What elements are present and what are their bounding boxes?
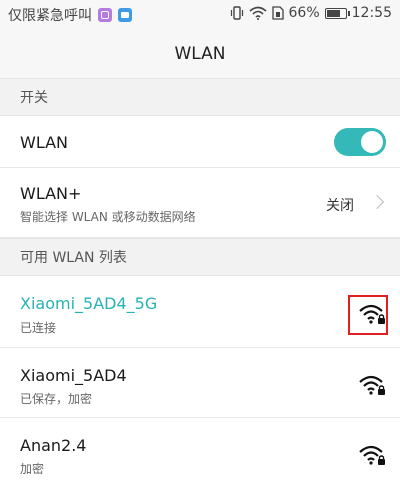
wlan-toggle-switch[interactable] [334,128,386,156]
wifi-lock-icon [359,375,385,395]
wlan-plus-description: 智能选择 WLAN 或移动数据网络 [20,210,196,224]
wlan-plus-label: WLAN+ [20,184,82,203]
network-ssid: Xiaomi_5AD4 [20,366,127,385]
section-header-switch: 开关 [0,78,400,116]
battery-icon [324,7,350,19]
carrier-text: 仅限紧急呼叫 [8,8,92,24]
wlan-toggle-row[interactable]: WLAN [0,116,400,168]
network-ssid: Xiaomi_5AD4_5G [20,294,158,313]
status-right: 66% 12:55 [230,5,392,21]
network-row[interactable]: Xiaomi_5AD4 已保存，加密 [0,348,400,418]
network-status: 已连接 [20,321,57,335]
wlan-plus-row[interactable]: WLAN+ 智能选择 WLAN 或移动数据网络 关闭 [0,168,400,238]
toggle-knob [361,131,383,153]
section-header-available: 可用 WLAN 列表 [0,238,400,276]
network-status: 已保存，加密 [20,392,93,406]
title-bar: WLAN [0,30,400,78]
network-status: 加密 [20,462,45,476]
highlight-box [348,295,388,335]
app-badge-icon [118,8,132,22]
page-title: WLAN [174,44,226,64]
clock-time: 12:55 [351,5,392,21]
wifi-lock-icon [359,445,385,465]
network-ssid: Anan2.4 [20,436,87,455]
section-header-label: 开关 [20,90,48,106]
network-row[interactable]: Xiaomi_5AD4_5G 已连接 [0,276,400,348]
vibrate-icon [230,6,243,20]
sim-icon [271,6,284,20]
wlan-plus-value: 关闭 [326,198,354,214]
chevron-right-icon [369,194,385,210]
wlan-toggle-label: WLAN [20,133,69,152]
app-badge-icon [98,8,112,22]
network-row[interactable]: Anan2.4 加密 [0,418,400,480]
status-bar: 仅限紧急呼叫 66% 12:55 [0,0,400,30]
section-header-label: 可用 WLAN 列表 [20,250,127,266]
wifi-signal-icon [248,6,267,20]
status-left: 仅限紧急呼叫 [8,5,132,25]
battery-percent: 66% [288,5,320,21]
